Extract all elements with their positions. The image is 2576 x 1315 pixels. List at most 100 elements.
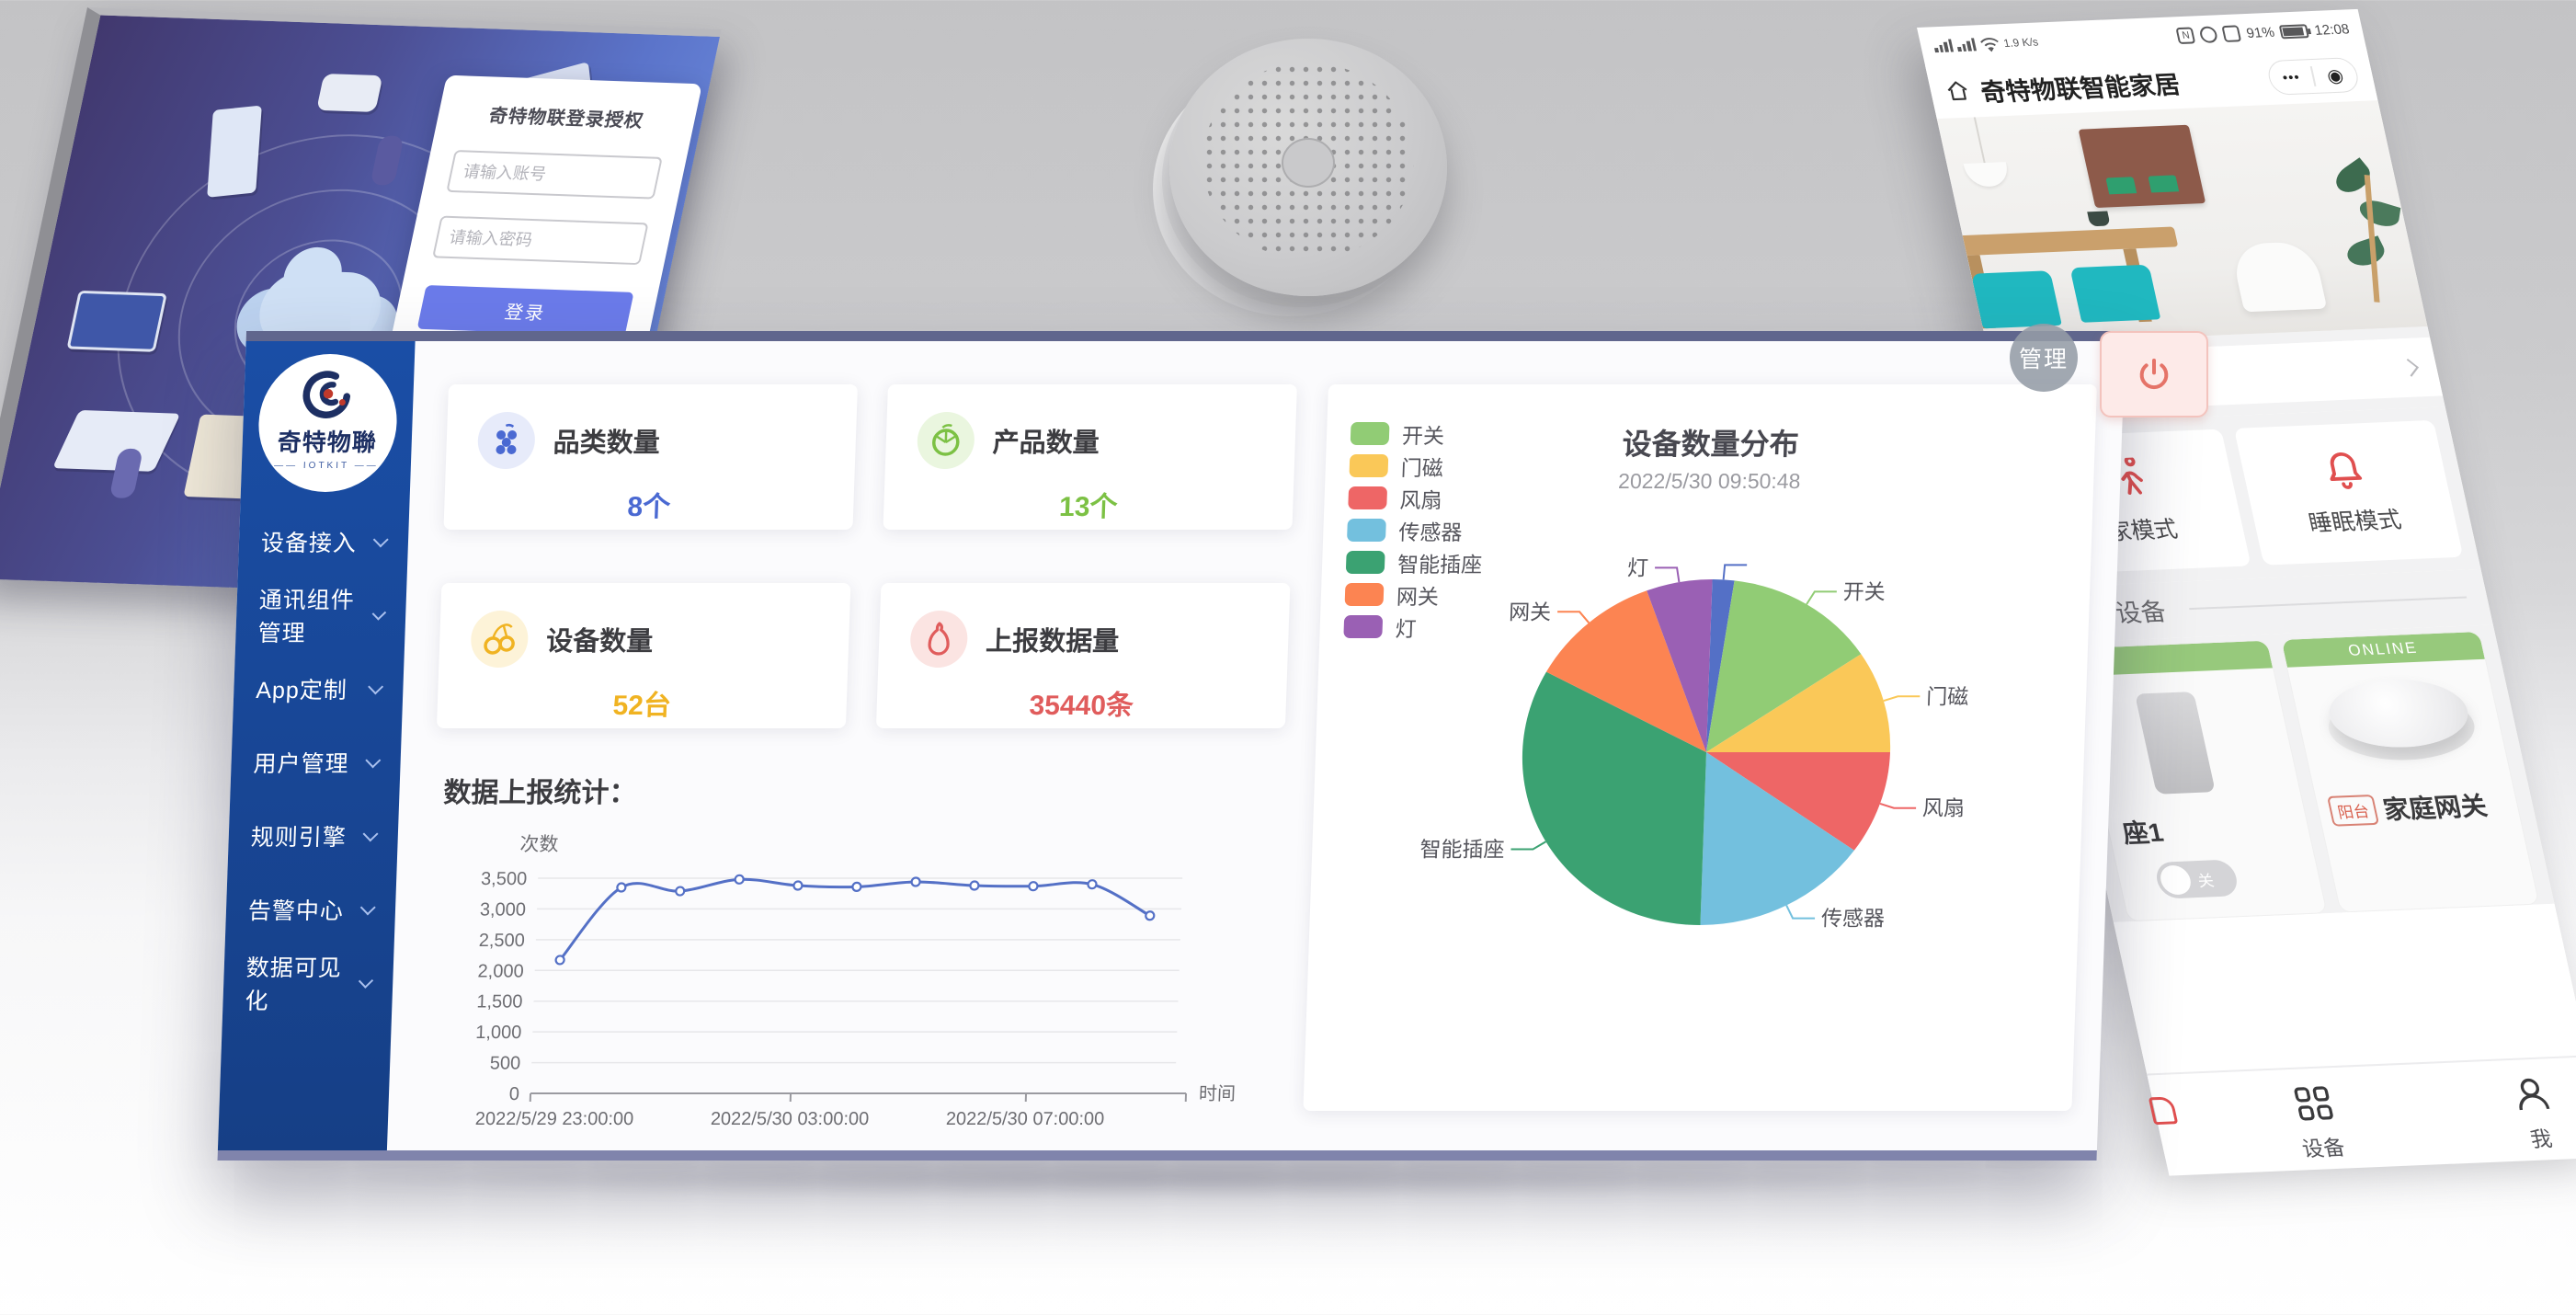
nfc-icon: N bbox=[2176, 27, 2196, 44]
pear-icon bbox=[909, 611, 968, 668]
data-point bbox=[555, 955, 564, 964]
pie-label-line bbox=[1655, 567, 1680, 582]
pie-label: 网关 bbox=[1509, 600, 1552, 623]
legend-swatch bbox=[1348, 486, 1387, 509]
pie-label: 门磁 bbox=[1926, 684, 1969, 708]
device-name: 家庭网关 bbox=[2379, 786, 2491, 827]
network-speed: 1.9 K/s bbox=[2002, 37, 2039, 49]
legend-item[interactable]: 传感器 bbox=[1347, 514, 1484, 546]
password-input[interactable] bbox=[432, 216, 649, 266]
white-chair bbox=[2229, 241, 2327, 312]
signal-icon bbox=[1932, 39, 1954, 52]
sidebar-item-data-visualization[interactable]: 数据可见化 bbox=[222, 946, 394, 1020]
tab-home-icon-partial[interactable] bbox=[2149, 1096, 2179, 1125]
stat-label: 上报数据量 bbox=[986, 620, 1120, 658]
home-icon[interactable] bbox=[1943, 79, 1973, 104]
data-point bbox=[1088, 880, 1096, 888]
legend-item[interactable]: 门磁 bbox=[1349, 450, 1486, 482]
plant bbox=[2324, 154, 2428, 313]
legend-swatch bbox=[1346, 551, 1385, 574]
stat-card: 上报数据量 35440条 bbox=[876, 583, 1291, 728]
section-divider bbox=[2189, 596, 2467, 610]
chevron-down-icon bbox=[372, 606, 387, 621]
logo-title: 奇特物聯 bbox=[277, 424, 377, 458]
pie-label-line bbox=[1557, 612, 1590, 623]
y-tick-label: 2,500 bbox=[478, 931, 525, 951]
tab-me[interactable]: 我 bbox=[2507, 1073, 2565, 1153]
toggle-knob bbox=[2158, 864, 2194, 895]
legend-swatch bbox=[1349, 454, 1388, 477]
device-card-gateway[interactable]: ONLINE 阳台 家庭网关 bbox=[2280, 631, 2539, 913]
alarm-icon bbox=[2199, 26, 2219, 43]
stat-value: 52台 bbox=[468, 682, 816, 723]
teal-chair bbox=[2069, 265, 2160, 323]
pie-label-line bbox=[1510, 841, 1545, 849]
user-icon bbox=[2507, 1073, 2557, 1115]
dashboard-shadow bbox=[276, 1157, 2078, 1199]
dashboard-content: 品类数量 8个 产品数量 13个 设备数量 52台 bbox=[387, 341, 2126, 1150]
tab-devices[interactable]: 设备 bbox=[2288, 1082, 2348, 1162]
manage-badge[interactable]: 管理 bbox=[2010, 324, 2078, 392]
power-icon bbox=[2136, 356, 2172, 393]
data-point bbox=[852, 883, 861, 891]
stat-label: 品类数量 bbox=[553, 421, 660, 460]
login-button[interactable]: 登录 bbox=[417, 285, 634, 337]
sidebar-item-user-mgmt[interactable]: 用户管理 bbox=[230, 726, 402, 799]
wifi-icon bbox=[1978, 35, 2002, 52]
sidebar-item-comm-components[interactable]: 通讯组件管理 bbox=[235, 578, 407, 652]
sidebar-item-app-custom[interactable]: App定制 bbox=[233, 652, 405, 726]
clock-time: 12:08 bbox=[2313, 21, 2351, 38]
toggle-label: 关 bbox=[2195, 867, 2216, 891]
legend-swatch bbox=[1345, 583, 1385, 606]
signal-icon bbox=[1955, 38, 1977, 51]
pie-label-line bbox=[1786, 905, 1816, 918]
chevron-down-icon bbox=[363, 826, 379, 841]
socket-device-image bbox=[2135, 692, 2216, 795]
y-axis-name: 次数 bbox=[519, 834, 559, 855]
pie-label-line bbox=[1807, 591, 1837, 604]
logo-mark-icon bbox=[302, 369, 357, 422]
mode-label: 睡眠模式 bbox=[2305, 502, 2404, 539]
pie-label-line bbox=[1884, 696, 1920, 701]
chevron-down-icon bbox=[368, 679, 383, 694]
legend-swatch bbox=[1343, 615, 1383, 638]
pie-legend: 开关 门磁 风扇 传感器 智能插座 网关 灯 bbox=[1343, 417, 1487, 643]
speaker-top bbox=[1169, 39, 1447, 296]
legend-item[interactable]: 智能插座 bbox=[1346, 546, 1483, 578]
data-point bbox=[676, 887, 684, 896]
legend-item[interactable]: 灯 bbox=[1343, 611, 1480, 643]
more-menu-button[interactable]: ••• bbox=[2268, 69, 2314, 86]
chevron-down-icon bbox=[360, 899, 376, 915]
miniprogram-capsule: ••• ◉ bbox=[2265, 57, 2361, 96]
sleep-mode-card[interactable]: 睡眠模式 bbox=[2234, 420, 2464, 566]
x-axis-name: 时间 bbox=[1199, 1083, 1237, 1104]
y-tick-label: 1,000 bbox=[475, 1023, 522, 1043]
spacer bbox=[2114, 904, 2576, 1074]
account-input[interactable] bbox=[446, 150, 663, 200]
stat-value: 35440条 bbox=[907, 682, 1256, 723]
legend-swatch bbox=[1351, 422, 1390, 445]
pie-label: 传感器 bbox=[1821, 907, 1886, 931]
pie-label: 风扇 bbox=[1922, 796, 1966, 820]
hero-room-photo bbox=[1937, 100, 2428, 345]
cup bbox=[2087, 211, 2110, 226]
gateway-device-image bbox=[2319, 677, 2482, 767]
power-button[interactable] bbox=[2100, 331, 2208, 417]
pie-label-line bbox=[1724, 565, 1748, 579]
legend-item[interactable]: 风扇 bbox=[1348, 482, 1485, 514]
y-tick-label: 1,500 bbox=[476, 992, 523, 1012]
power-toggle[interactable]: 关 bbox=[2153, 859, 2240, 898]
legend-item[interactable]: 开关 bbox=[1350, 417, 1487, 450]
vibrate-icon bbox=[2222, 25, 2242, 42]
legend-item[interactable]: 网关 bbox=[1344, 578, 1481, 611]
y-tick-label: 3,000 bbox=[480, 899, 527, 920]
sidebar-item-rule-engine[interactable]: 规则引擎 bbox=[227, 799, 399, 873]
wooden-table bbox=[1937, 226, 2179, 257]
sidebar-item-device-access[interactable]: 设备接入 bbox=[238, 505, 410, 578]
chevron-down-icon bbox=[358, 974, 373, 989]
tab-label: 设备 bbox=[2298, 1130, 2347, 1163]
login-title: 奇特物联登录授权 bbox=[460, 99, 673, 133]
x-tick-label: 2022/5/29 23:00:00 bbox=[475, 1109, 634, 1129]
close-capsule-button[interactable]: ◉ bbox=[2311, 63, 2359, 88]
sidebar-item-alert-center[interactable]: 告警中心 bbox=[225, 873, 397, 946]
